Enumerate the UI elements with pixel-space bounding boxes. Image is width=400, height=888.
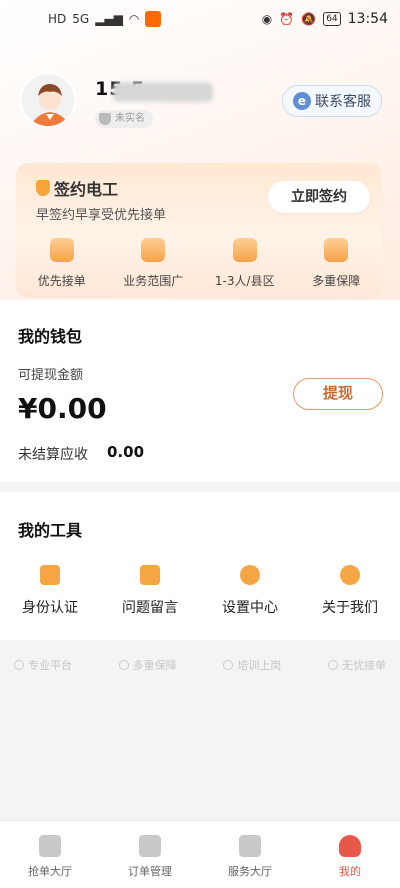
nav-order-management[interactable]: 订单管理 xyxy=(100,821,200,888)
tool-label: 身份认证 xyxy=(22,600,78,616)
feature-label: 多重保障 xyxy=(132,659,177,672)
status-bar: HD 5G ▂▄▆ ◠ ◉ ⏰ 🔕 64 13:54 xyxy=(0,0,400,40)
network-5g-icon: 5G xyxy=(72,12,90,26)
wallet-title: 我的钱包 xyxy=(18,327,83,346)
benefit-people: 1-3人/县区 xyxy=(199,238,291,294)
shield-icon xyxy=(324,238,349,262)
battery-icon: 64 xyxy=(323,12,341,26)
tool-identity[interactable]: 身份认证 xyxy=(0,565,100,625)
realname-status-badge[interactable]: 未实名 xyxy=(95,110,153,128)
sign-benefits: 优先接单 业务范围广 1-3人/县区 多重保障 xyxy=(16,238,382,294)
status-left: HD 5G ▂▄▆ ◠ xyxy=(48,11,162,27)
phone-number-mask xyxy=(113,82,213,102)
withdraw-button[interactable]: 提现 xyxy=(293,378,383,410)
sign-card-title: 签约电工 xyxy=(36,176,118,200)
check-circle-icon xyxy=(327,660,338,670)
feature-label: 培训上岗 xyxy=(237,659,282,672)
benefit-label: 优先接单 xyxy=(37,274,86,288)
sign-now-button[interactable]: 立即签约 xyxy=(268,181,370,213)
id-card-icon xyxy=(40,565,60,585)
hd-icon: HD xyxy=(48,12,67,26)
tools-title: 我的工具 xyxy=(18,521,83,540)
feature-item: 培训上岗 xyxy=(223,657,281,673)
signal-icon: ▂▄▆ xyxy=(95,12,123,26)
bottom-nav: 抢单大厅 订单管理 服务大厅 我的 xyxy=(0,820,400,888)
person-icon xyxy=(339,835,361,857)
sign-card-subtitle: 早签约早享受优先接单 xyxy=(36,208,167,223)
nav-mine[interactable]: 我的 xyxy=(300,821,400,888)
gear-icon xyxy=(240,565,260,585)
withdrawable-label: 可提现金额 xyxy=(18,368,84,383)
benefit-label: 1-3人/县区 xyxy=(214,274,275,288)
tool-settings[interactable]: 设置中心 xyxy=(200,565,300,625)
shield-icon xyxy=(99,113,111,125)
check-circle-icon xyxy=(14,660,24,670)
people-icon xyxy=(232,238,257,262)
tool-about[interactable]: 关于我们 xyxy=(300,565,400,625)
feature-label: 专业平台 xyxy=(28,659,72,672)
check-circle-icon xyxy=(118,660,129,670)
feature-item: 多重保障 xyxy=(118,657,177,673)
tools-grid: 身份认证 问题留言 设置中心 关于我们 xyxy=(0,565,400,625)
benefit-label: 多重保障 xyxy=(312,274,361,288)
document-icon xyxy=(139,835,161,857)
clock-time: 13:54 xyxy=(347,11,388,27)
pending-value: 0.00 xyxy=(107,443,145,461)
lightning-house-icon xyxy=(39,835,61,857)
benefit-label: 业务范围广 xyxy=(123,274,184,288)
tool-label: 问题留言 xyxy=(122,600,178,616)
benefit-guarantee: 多重保障 xyxy=(291,238,383,294)
feature-label: 无忧接单 xyxy=(341,659,386,672)
tool-feedback[interactable]: 问题留言 xyxy=(100,565,200,625)
mute-icon: 🔕 xyxy=(301,12,317,26)
nav-label: 抢单大厅 xyxy=(28,865,72,878)
contact-service-button[interactable]: e 联系客服 xyxy=(282,85,382,117)
benefit-priority: 优先接单 xyxy=(16,238,108,294)
pending-label: 未结算应收 xyxy=(18,447,88,463)
briefcase-icon xyxy=(141,238,166,262)
nav-service-hall[interactable]: 服务大厅 xyxy=(200,821,300,888)
message-icon xyxy=(140,565,160,585)
service-e-icon: e xyxy=(293,92,311,110)
feature-item: 专业平台 xyxy=(14,657,72,673)
nav-grab-orders[interactable]: 抢单大厅 xyxy=(0,821,100,888)
contact-service-label: 联系客服 xyxy=(315,94,371,110)
grid-icon xyxy=(239,835,261,857)
avatar[interactable] xyxy=(20,72,76,128)
nav-label: 服务大厅 xyxy=(228,865,272,878)
check-circle-icon xyxy=(223,660,234,670)
sign-card-title-text: 签约电工 xyxy=(54,180,119,199)
alarm-icon: ⏰ xyxy=(279,12,295,26)
alarm-clock-icon xyxy=(49,238,74,262)
feature-strip: 专业平台 多重保障 培训上岗 无忧接单 xyxy=(14,657,386,673)
feature-item: 无忧接单 xyxy=(327,657,386,673)
nav-label: 我的 xyxy=(339,865,361,878)
tool-label: 设置中心 xyxy=(222,600,278,616)
realname-label: 未实名 xyxy=(115,113,145,124)
nav-label: 订单管理 xyxy=(128,865,172,878)
medal-icon xyxy=(36,180,50,196)
status-right: ◉ ⏰ 🔕 64 13:54 xyxy=(262,11,388,27)
wifi-icon: ◠ xyxy=(128,12,140,26)
benefit-scope: 业务范围广 xyxy=(108,238,200,294)
tool-label: 关于我们 xyxy=(322,600,378,616)
withdrawable-amount: ¥0.00 xyxy=(18,392,107,425)
eye-icon: ◉ xyxy=(261,12,273,26)
app-notification-icon xyxy=(145,11,162,27)
info-icon xyxy=(340,565,360,585)
